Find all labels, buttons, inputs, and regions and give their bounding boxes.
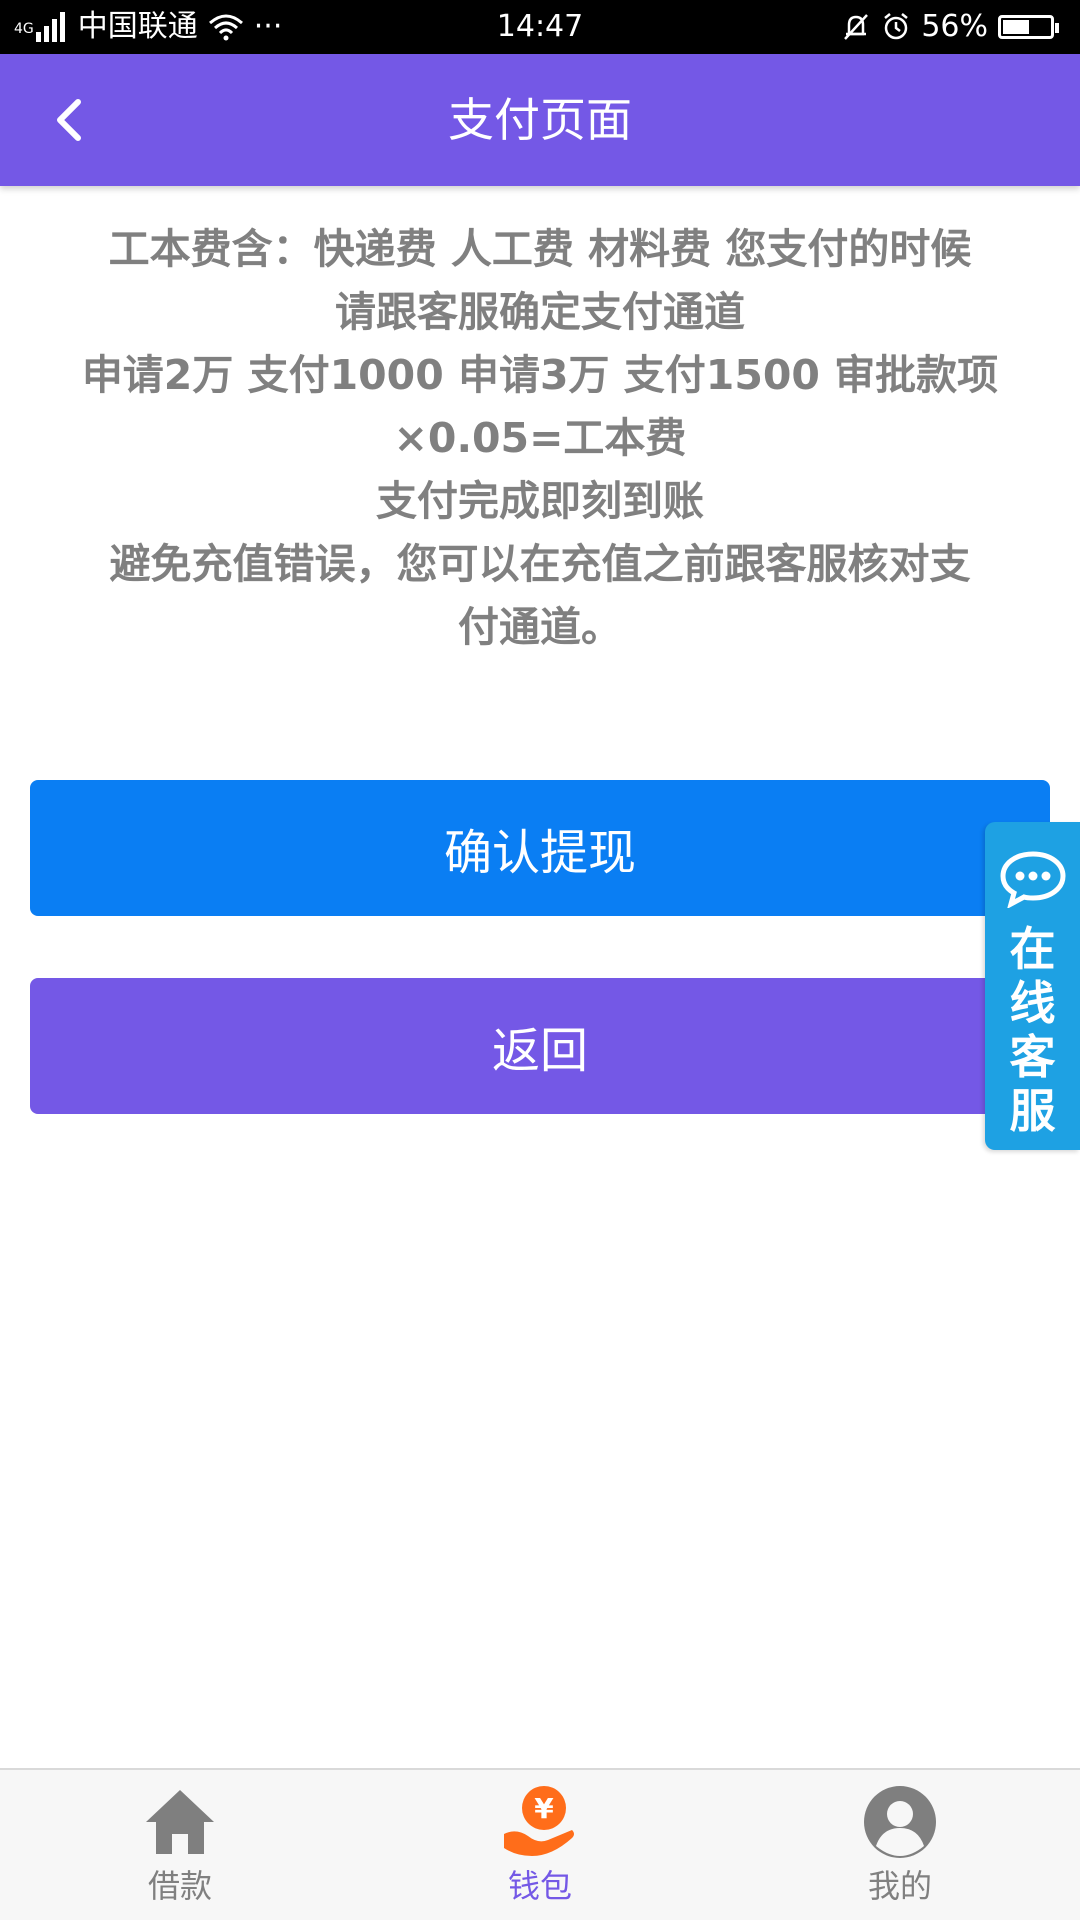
alarm-clock-icon xyxy=(884,13,909,40)
return-button[interactable]: 返回 xyxy=(30,978,1050,1114)
battery-percent: 56% xyxy=(921,9,988,44)
notice-line: 申请2万 支付1000 申请3万 支付1500 审批款项 xyxy=(81,351,999,399)
tab-label: 借款 xyxy=(147,1867,212,1905)
confirm-withdraw-button[interactable]: 确认提现 xyxy=(30,780,1050,916)
silent-bell-icon xyxy=(844,14,869,40)
notice-line: 付通道。 xyxy=(458,603,622,651)
chat-bubble-icon xyxy=(1000,851,1066,908)
notice-line: ×0.05=工本费 xyxy=(393,414,687,462)
service-char: 服 xyxy=(1009,1084,1056,1138)
battery-fill xyxy=(1003,20,1029,34)
tab-mine[interactable]: 我的 xyxy=(800,1770,1000,1920)
notice-line: 请跟客服确定支付通道 xyxy=(335,288,745,336)
notice-line: 工本费含：快递费 人工费 材料费 您支付的时候 xyxy=(108,225,972,273)
notice-line: 支付完成即刻到账 xyxy=(376,477,704,525)
bottom-tab-bar: 借款 ¥ 钱包 我的 xyxy=(0,1768,1080,1920)
payment-notice: 工本费含：快递费 人工费 材料费 您支付的时候 请跟客服确定支付通道 申请2万 … xyxy=(30,218,1050,659)
house-icon xyxy=(146,1790,214,1854)
yuan-hand-icon: ¥ xyxy=(504,1786,574,1856)
tab-loan[interactable]: 借款 xyxy=(80,1770,280,1920)
service-char: 客 xyxy=(1009,1030,1056,1084)
page-title: 支付页面 xyxy=(448,93,632,147)
status-bar: 4G 中国联通 ··· 14:47 56% xyxy=(0,0,1080,54)
tab-label: 我的 xyxy=(867,1867,932,1905)
service-char: 线 xyxy=(1009,976,1056,1030)
battery-icon xyxy=(998,15,1059,39)
app-header: 支付页面 xyxy=(0,54,1080,186)
notice-line: 避免充值错误，您可以在充值之前跟客服核对支 xyxy=(109,540,971,588)
user-avatar-icon xyxy=(864,1786,936,1858)
tab-label: 钱包 xyxy=(507,1867,572,1905)
service-char: 在 xyxy=(1009,922,1056,976)
status-bar-right: 56% xyxy=(841,0,1064,54)
tab-wallet[interactable]: ¥ 钱包 xyxy=(440,1770,640,1920)
online-service-label: 在 线 客 服 xyxy=(985,922,1080,1138)
online-service-widget[interactable]: 在 线 客 服 xyxy=(985,822,1080,1150)
svg-text:¥: ¥ xyxy=(534,1792,554,1825)
